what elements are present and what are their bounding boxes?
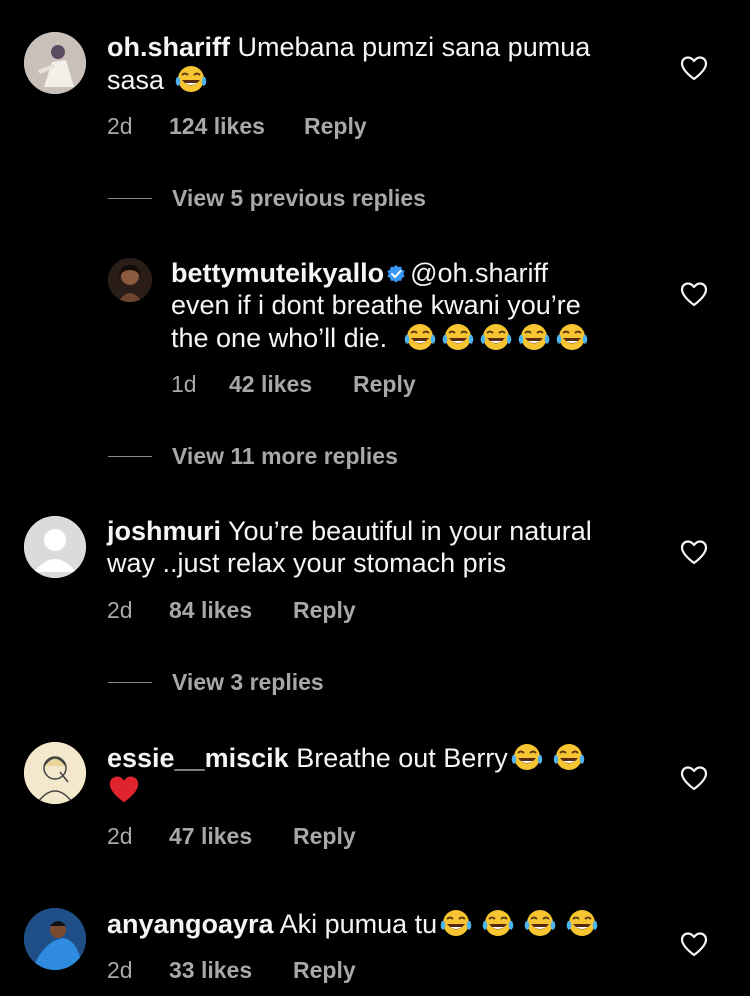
comment-username[interactable]: joshmuri <box>107 516 221 546</box>
divider <box>108 456 152 457</box>
comment-meta: 1d 42 likes Reply <box>171 371 416 398</box>
laugh-emoji-icon <box>552 741 586 773</box>
reply-button[interactable]: Reply <box>353 371 416 398</box>
laugh-emoji-icon <box>174 63 208 95</box>
avatar[interactable] <box>24 742 86 804</box>
comment-body: sasa <box>107 65 165 95</box>
comment-likes[interactable]: 84 likes <box>169 597 293 624</box>
comment-text: bettymuteikyallo @oh.shariff even if i do… <box>171 257 671 354</box>
laugh-emoji-icon <box>523 907 557 939</box>
heart-icon[interactable] <box>680 55 708 81</box>
laugh-emoji-icon <box>555 321 589 353</box>
comment-likes[interactable]: 42 likes <box>229 371 353 398</box>
heart-icon[interactable] <box>680 539 708 565</box>
view-replies-label: View 5 previous replies <box>172 185 426 211</box>
avatar[interactable] <box>24 516 86 578</box>
comment-username[interactable]: bettymuteikyallo <box>171 258 384 288</box>
reply-button[interactable]: Reply <box>304 113 367 140</box>
view-replies-label: View 11 more replies <box>172 443 398 469</box>
heart-icon[interactable] <box>680 931 708 957</box>
heart-icon[interactable] <box>680 765 708 791</box>
reply-button[interactable]: Reply <box>293 823 356 850</box>
comment-time: 2d <box>107 823 133 849</box>
view-replies-button[interactable]: View 5 previous replies <box>108 185 426 212</box>
view-replies-button[interactable]: View 3 replies <box>108 669 324 696</box>
reply-button[interactable]: Reply <box>293 957 356 984</box>
comment-time: 1d <box>171 371 197 397</box>
view-replies-button[interactable]: View 11 more replies <box>108 443 398 470</box>
comment-body: even if i dont breathe kwani you’re <box>171 290 581 320</box>
view-replies-label: View 3 replies <box>172 669 324 695</box>
avatar[interactable] <box>108 258 152 302</box>
comment-body: way ..just relax your stomach pris <box>107 548 507 578</box>
avatar[interactable] <box>24 908 86 970</box>
laugh-emoji-icon <box>479 321 513 353</box>
comment-body: Breathe out Berry <box>296 743 508 773</box>
comment-body: Aki pumua tu <box>279 909 438 939</box>
comment-body: You’re beautiful in your natural <box>228 516 592 546</box>
reply-button[interactable]: Reply <box>293 597 356 624</box>
laugh-emoji-icon <box>565 907 599 939</box>
heart-icon[interactable] <box>680 281 708 307</box>
comment-meta: 2d 124 likes Reply <box>107 113 367 140</box>
comment-meta: 2d 47 likes Reply <box>107 823 356 850</box>
comment-meta: 2d 33 likes Reply <box>107 957 356 984</box>
comment-mention[interactable]: @oh.shariff <box>410 258 548 288</box>
comment-text: anyangoayra Aki pumua tu <box>107 907 667 940</box>
comment-text: oh.shariff Umebana pumzi sana pumua sasa <box>107 31 667 96</box>
comment-likes[interactable]: 33 likes <box>169 957 293 984</box>
comment-likes[interactable]: 124 likes <box>169 113 304 140</box>
comment-body: Umebana pumzi sana pumua <box>237 32 591 62</box>
comment-username[interactable]: essie__miscik <box>107 743 289 773</box>
comment-meta: 2d 84 likes Reply <box>107 597 356 624</box>
laugh-emoji-icon <box>439 907 473 939</box>
laugh-emoji-icon <box>403 321 437 353</box>
divider <box>108 682 152 683</box>
comment-time: 2d <box>107 957 133 983</box>
verified-badge-icon <box>387 265 405 283</box>
red-heart-icon <box>109 776 139 803</box>
comment-username[interactable]: oh.shariff <box>107 32 230 62</box>
laugh-emoji-icon <box>441 321 475 353</box>
laugh-emoji-icon <box>517 321 551 353</box>
comment-username[interactable]: anyangoayra <box>107 909 274 939</box>
comment-text: joshmuri You’re beautiful in your natura… <box>107 515 667 579</box>
avatar[interactable] <box>24 32 86 94</box>
laugh-emoji-icon <box>510 741 544 773</box>
comment-body: the one who’ll die. <box>171 323 388 353</box>
comment-time: 2d <box>107 597 133 623</box>
comment-text: essie__miscik Breathe out Berry <box>107 741 667 807</box>
comment-time: 2d <box>107 113 133 139</box>
comment-likes[interactable]: 47 likes <box>169 823 293 850</box>
divider <box>108 198 152 199</box>
laugh-emoji-icon <box>481 907 515 939</box>
